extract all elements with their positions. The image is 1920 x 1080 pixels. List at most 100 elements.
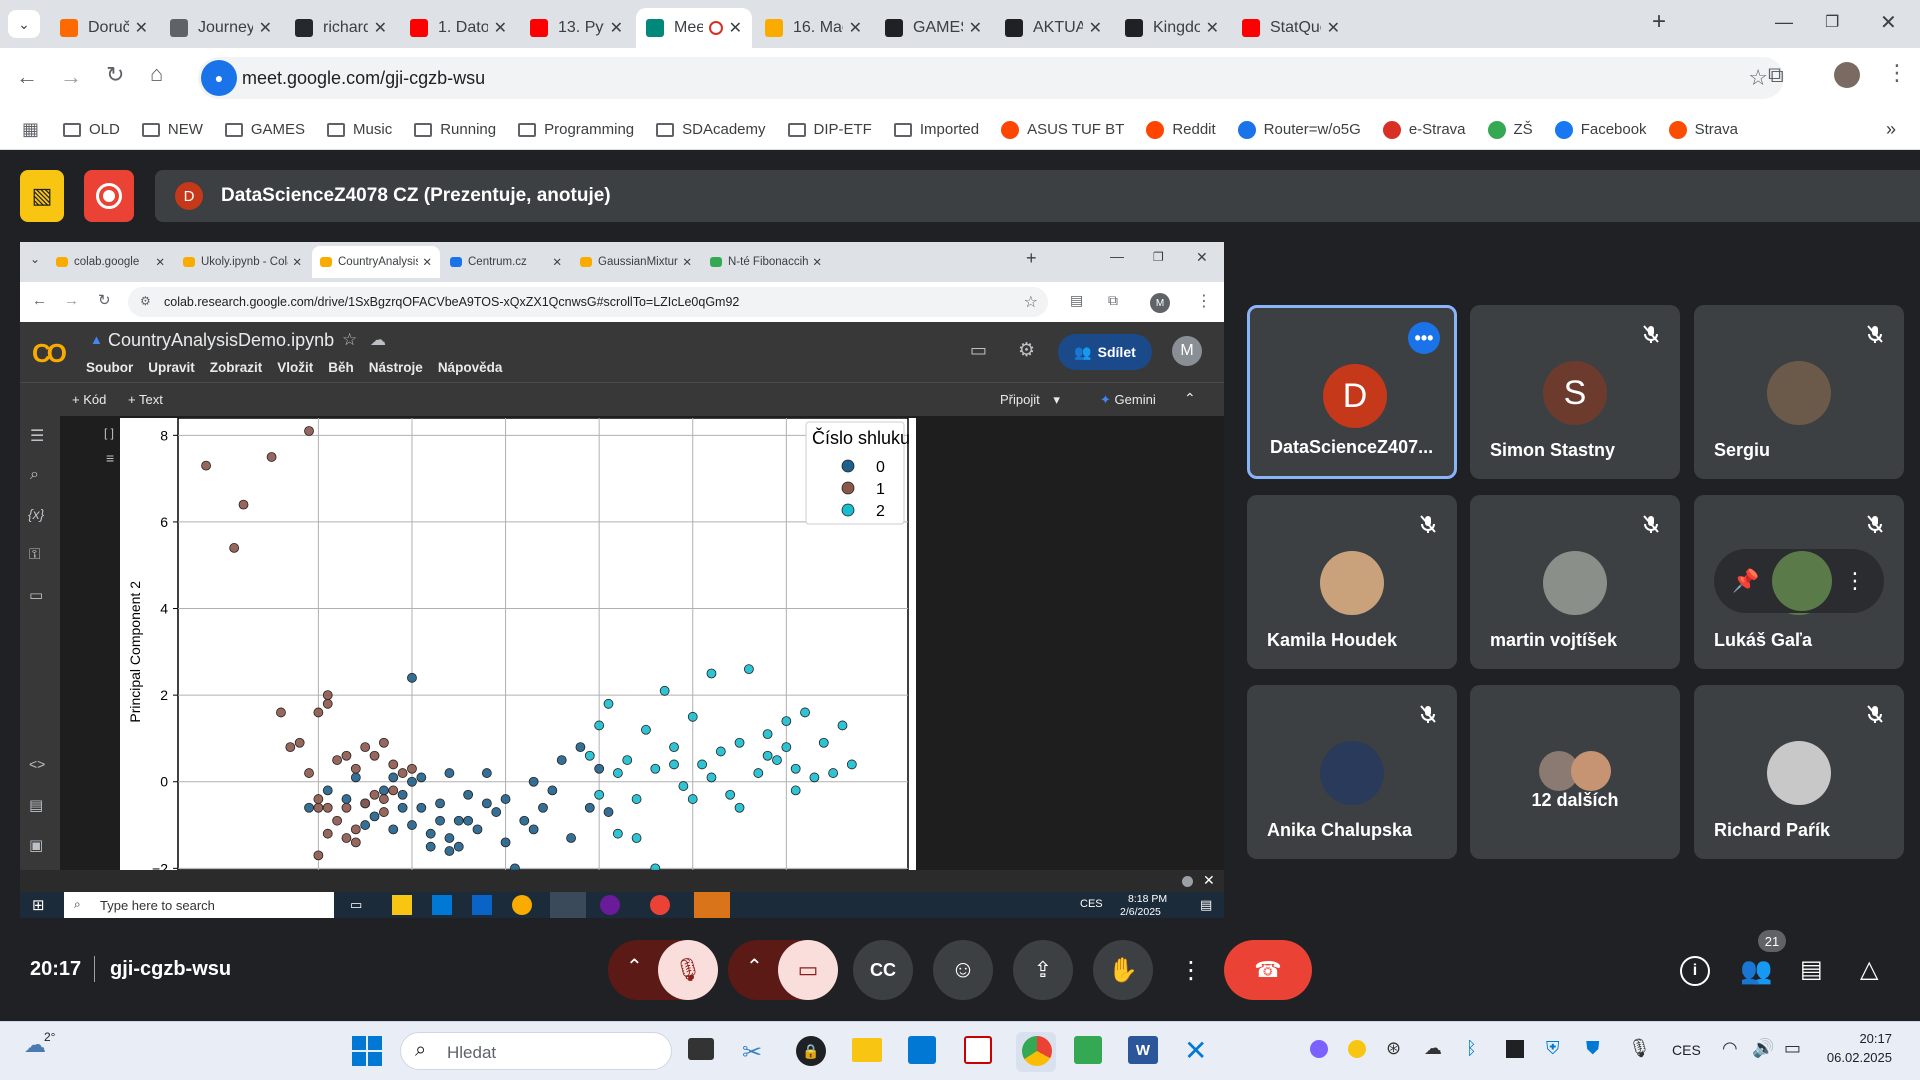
forward-button[interactable]: →	[60, 64, 82, 90]
inner-close-tab-icon[interactable]: ✕	[155, 255, 165, 269]
variables-icon[interactable]: {x}	[28, 506, 44, 522]
recording-icon[interactable]	[84, 170, 134, 222]
toc-icon[interactable]: ☰	[30, 426, 44, 446]
chrome-taskbar-icon[interactable]	[1022, 1036, 1052, 1066]
minimize-button[interactable]: —	[1775, 12, 1793, 33]
inner-reload-button[interactable]: ↻	[98, 291, 111, 309]
sheets-app-icon[interactable]	[1074, 1036, 1102, 1064]
file-explorer-taskbar-icon[interactable]	[852, 1038, 882, 1062]
chrome-app-icon[interactable]	[512, 895, 532, 915]
camera-options-chevron-icon[interactable]: ⌃	[746, 954, 763, 979]
back-button[interactable]: ←	[16, 64, 38, 90]
camera-off-button[interactable]: ▭	[778, 940, 838, 1000]
inner-menu-icon[interactable]: ⋮	[1196, 291, 1212, 311]
cell-output-icon[interactable]: ≡	[106, 450, 114, 466]
inner-tab-4[interactable]: Centrum.cz ✕	[442, 246, 570, 278]
colab-avatar[interactable]: M	[1172, 336, 1202, 366]
inner-profile-avatar[interactable]: M	[1150, 293, 1170, 313]
tile-more-options-icon[interactable]: •••	[1408, 322, 1440, 354]
comments-icon[interactable]: ▭	[970, 340, 987, 361]
tab-search-button[interactable]: ⌄	[8, 10, 40, 38]
close-tab-icon[interactable]: ✕	[610, 18, 623, 38]
reload-button[interactable]: ↻	[106, 62, 124, 88]
inner-close-button[interactable]: ✕	[1196, 249, 1208, 266]
windows-start-icon[interactable]: ⊞	[32, 896, 45, 914]
dismiss-icon[interactable]: ✕	[1203, 872, 1215, 889]
participant-tile[interactable]: martin vojtíšek	[1470, 495, 1680, 669]
new-tab-button[interactable]: +	[1652, 8, 1666, 36]
inner-minimize-button[interactable]: —	[1110, 248, 1124, 264]
bluetooth-tray-icon[interactable]: ᛒ	[1466, 1038, 1477, 1059]
captions-button[interactable]: CC	[853, 940, 913, 1000]
browser-tab-10[interactable]: Kingdon ✕	[1115, 8, 1229, 48]
chrome-profile-icon[interactable]	[650, 895, 670, 915]
volume-icon[interactable]: 🔊	[1752, 1038, 1774, 1059]
security-tray-icon[interactable]: ⛊	[1586, 1038, 1600, 1059]
colab-menu-item[interactable]: Soubor	[86, 360, 133, 375]
participant-tile[interactable]: S Simon Stastny	[1470, 305, 1680, 479]
remote-search-box[interactable]: ⌕ Type here to search	[64, 892, 334, 918]
onedrive-tray-icon[interactable]: ☁	[1424, 1038, 1442, 1059]
bookmark-3[interactable]: GAMES	[224, 121, 305, 138]
code-snippets-icon[interactable]: <>	[29, 756, 45, 772]
collapse-icon[interactable]: ⌃	[1184, 390, 1196, 407]
close-tab-icon[interactable]: ✕	[849, 18, 862, 38]
inner-close-tab-icon[interactable]: ✕	[682, 255, 692, 269]
remote-lang[interactable]: CES	[1080, 898, 1103, 910]
raise-hand-button[interactable]: ✋	[1093, 940, 1153, 1000]
taskbar-time[interactable]: 20:17	[1834, 1031, 1892, 1046]
windows-search-box[interactable]: ⌕ Hledat	[400, 1032, 672, 1070]
more-bookmarks-icon[interactable]: »	[1886, 119, 1896, 140]
colab-menu-item[interactable]: Upravit	[148, 360, 195, 375]
bookmark-9[interactable]: Imported	[893, 121, 979, 138]
office-app-icon[interactable]	[964, 1036, 992, 1064]
secrets-key-icon[interactable]: ⚿	[29, 546, 40, 563]
home-button[interactable]: ⌂	[150, 61, 163, 87]
close-tab-icon[interactable]: ✕	[259, 18, 272, 38]
participant-tile[interactable]: Richard Paŕík	[1694, 685, 1904, 859]
inner-restore-button[interactable]: ❐	[1153, 250, 1164, 264]
copilot-tray-icon[interactable]	[1310, 1040, 1328, 1058]
bookmark-12[interactable]: Router=w/o5G	[1237, 120, 1361, 139]
bookmark-2[interactable]: NEW	[141, 121, 203, 138]
bookmark-14[interactable]: ZŠ	[1487, 120, 1533, 139]
address-bar[interactable]: ● meet.google.com/gji-cgzb-wsu ☆	[198, 57, 1784, 99]
participant-tile[interactable]: Kamila Houdek	[1247, 495, 1457, 669]
bookmark-11[interactable]: Reddit	[1146, 120, 1216, 139]
close-window-button[interactable]: ✕	[1880, 10, 1897, 35]
inner-new-tab-button[interactable]: +	[1026, 248, 1037, 269]
inner-tab-2[interactable]: Ukoly.ipynb - Cola ✕	[175, 246, 310, 278]
inner-tab-5[interactable]: GaussianMixture ✕	[572, 246, 700, 278]
close-tab-icon[interactable]: ✕	[1327, 18, 1340, 38]
bookmark-4[interactable]: Music	[327, 121, 392, 138]
wifi-icon[interactable]: ◠	[1722, 1038, 1738, 1059]
browser-tab-9[interactable]: AKTUAL ✕	[995, 8, 1112, 48]
inner-close-tab-icon[interactable]: ✕	[422, 255, 432, 269]
participant-tile[interactable]: 12 dalších	[1470, 685, 1680, 859]
bookmark-16[interactable]: Strava	[1668, 120, 1738, 139]
chrome-active-icon[interactable]	[550, 892, 586, 918]
bookmark-13[interactable]: e-Strava	[1382, 120, 1466, 139]
inner-close-tab-icon[interactable]: ✕	[552, 255, 562, 269]
ms-store-icon[interactable]	[908, 1036, 936, 1064]
files-folder-icon[interactable]: ▭	[29, 586, 43, 604]
close-tab-icon[interactable]: ✕	[729, 18, 742, 38]
language-indicator[interactable]: CES	[1672, 1042, 1701, 1058]
inner-back-button[interactable]: ←	[32, 292, 47, 309]
browser-tab-1[interactable]: Doručen ✕	[50, 8, 158, 48]
share-button[interactable]: 👥 Sdílet	[1058, 334, 1152, 370]
inner-tune-icon[interactable]: ⚙	[140, 294, 151, 308]
add-text-button[interactable]: + Text	[128, 392, 163, 407]
browser-tab-4[interactable]: 1. Datov ✕	[400, 8, 517, 48]
teams-icon[interactable]	[600, 895, 620, 915]
mic-options-chevron-icon[interactable]: ⌃	[626, 954, 643, 979]
pin-icon[interactable]: 📌	[1732, 568, 1759, 594]
participant-tile[interactable]: D DataScienceZ407... •••	[1247, 305, 1457, 479]
inner-forward-button[interactable]: →	[64, 292, 79, 309]
profile-avatar[interactable]	[1834, 62, 1860, 88]
bookmark-star-icon[interactable]: ☆	[1748, 65, 1768, 91]
browser-tab-5[interactable]: 13. Pyth ✕	[520, 8, 633, 48]
norton-tray-icon[interactable]	[1348, 1040, 1366, 1058]
meeting-info-icon[interactable]: i	[1680, 956, 1710, 986]
tile-more-icon[interactable]: ⋮	[1844, 568, 1866, 594]
